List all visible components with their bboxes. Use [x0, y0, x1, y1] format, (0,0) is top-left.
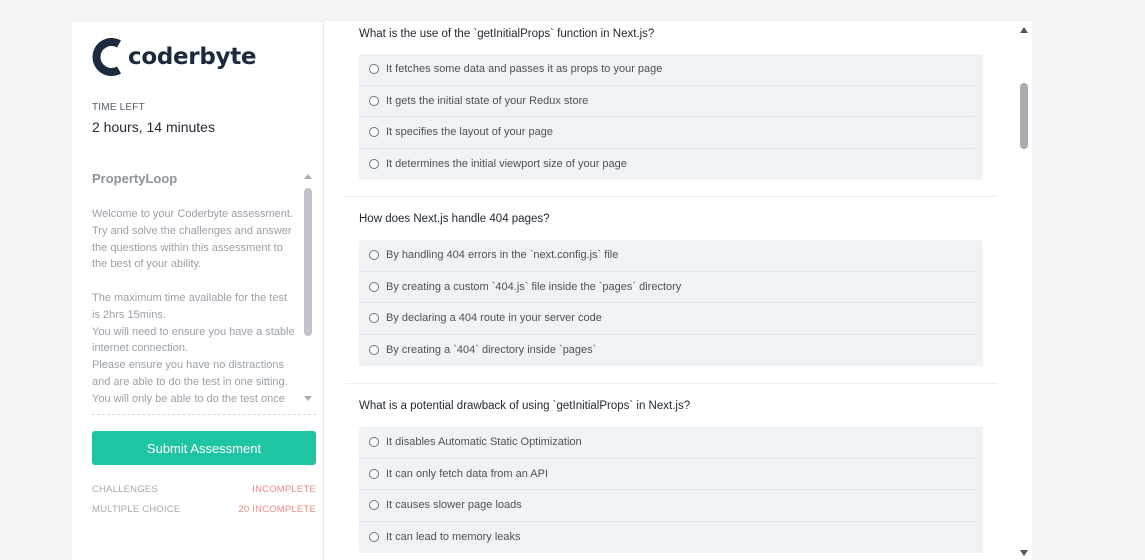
scrollbar-thumb[interactable]	[304, 188, 312, 336]
submit-assessment-button[interactable]: Submit Assessment	[92, 431, 316, 465]
answer-option[interactable]: By handling 404 errors in the `next.conf…	[359, 240, 975, 272]
radio-icon[interactable]	[369, 64, 379, 75]
time-left-value: 2 hours, 14 minutes	[92, 119, 215, 135]
radio-icon[interactable]	[369, 313, 379, 324]
radio-icon[interactable]	[369, 345, 379, 356]
assessment-description: Welcome to your Coderbyte assessment. Tr…	[92, 208, 295, 405]
question-text: What is a potential drawback of using `g…	[359, 400, 691, 412]
answer-option[interactable]: It causes slower page loads	[359, 490, 975, 522]
answer-option[interactable]: It determines the initial viewport size …	[359, 149, 975, 181]
option-label: By creating a custom `404.js` file insid…	[386, 280, 682, 293]
questions-panel: What is the use of the `getInitialProps`…	[345, 21, 997, 560]
stat-label: MULTIPLE CHOICE	[92, 504, 181, 515]
option-label: By declaring a 404 route in your server …	[386, 312, 602, 325]
scroll-down-icon[interactable]	[304, 396, 312, 401]
radio-icon[interactable]	[369, 500, 379, 511]
option-label: It gets the initial state of your Redux …	[386, 94, 589, 107]
question-text: What is the use of the `getInitialProps`…	[359, 28, 655, 40]
divider	[92, 414, 316, 415]
stat-value: 20 INCOMPLETE	[238, 504, 316, 515]
scroll-up-icon[interactable]	[1020, 27, 1028, 33]
stat-multiple-choice: MULTIPLE CHOICE 20 INCOMPLETE	[92, 504, 316, 515]
option-label: By creating a `404` directory inside `pa…	[386, 344, 597, 357]
question-text: How does Next.js handle 404 pages?	[359, 213, 550, 225]
coderbyte-logo-icon	[92, 38, 126, 76]
answer-option[interactable]: It specifies the layout of your page	[359, 117, 975, 149]
time-left-label: TIME LEFT	[92, 102, 145, 113]
radio-icon[interactable]	[369, 250, 379, 261]
radio-icon[interactable]	[369, 437, 379, 448]
question-block: How does Next.js handle 404 pages? By ha…	[345, 197, 997, 384]
stat-label: CHALLENGES	[92, 484, 158, 495]
logo-text: coderbyte	[128, 44, 257, 70]
radio-icon[interactable]	[369, 468, 379, 479]
company-name: PropertyLoop	[92, 171, 178, 186]
logo: coderbyte	[92, 38, 257, 76]
description-panel: Welcome to your Coderbyte assessment. Tr…	[92, 206, 298, 406]
option-label: It determines the initial viewport size …	[386, 158, 627, 171]
scroll-down-icon[interactable]	[1020, 550, 1028, 556]
answer-option[interactable]: It can only fetch data from an API	[359, 459, 975, 490]
question-block: What is the use of the `getInitialProps`…	[345, 21, 997, 197]
stat-challenges: CHALLENGES INCOMPLETE	[92, 484, 316, 495]
options-list: By handling 404 errors in the `next.conf…	[359, 240, 983, 366]
radio-icon[interactable]	[369, 95, 379, 106]
scroll-up-icon[interactable]	[304, 174, 312, 179]
answer-option[interactable]: It gets the initial state of your Redux …	[359, 86, 975, 117]
radio-icon[interactable]	[369, 532, 379, 543]
description-scrollbar[interactable]	[304, 174, 314, 406]
question-block: What is a potential drawback of using `g…	[345, 384, 997, 560]
page-scrollbar[interactable]	[1016, 21, 1032, 560]
options-list: It fetches some data and passes it as pr…	[359, 54, 983, 180]
option-label: It can lead to memory leaks	[386, 531, 521, 544]
option-label: It can only fetch data from an API	[386, 467, 549, 480]
radio-icon[interactable]	[369, 159, 379, 170]
options-list: It disables Automatic Static Optimizatio…	[359, 427, 983, 553]
radio-icon[interactable]	[369, 127, 379, 138]
radio-icon[interactable]	[369, 281, 379, 292]
answer-option[interactable]: By creating a custom `404.js` file insid…	[359, 272, 975, 303]
answer-option[interactable]: It disables Automatic Static Optimizatio…	[359, 427, 975, 459]
answer-option[interactable]: It fetches some data and passes it as pr…	[359, 54, 975, 86]
option-label: It specifies the layout of your page	[386, 126, 553, 139]
answer-option[interactable]: By creating a `404` directory inside `pa…	[359, 335, 975, 367]
answer-option[interactable]: It can lead to memory leaks	[359, 522, 975, 554]
scrollbar-thumb[interactable]	[1020, 83, 1028, 149]
option-label: By handling 404 errors in the `next.conf…	[386, 249, 619, 262]
option-label: It disables Automatic Static Optimizatio…	[386, 436, 582, 449]
sidebar: coderbyte TIME LEFT 2 hours, 14 minutes …	[72, 21, 324, 560]
answer-option[interactable]: By declaring a 404 route in your server …	[359, 303, 975, 335]
option-label: It causes slower page loads	[386, 499, 522, 512]
option-label: It fetches some data and passes it as pr…	[386, 63, 663, 76]
stat-value: INCOMPLETE	[252, 484, 316, 495]
